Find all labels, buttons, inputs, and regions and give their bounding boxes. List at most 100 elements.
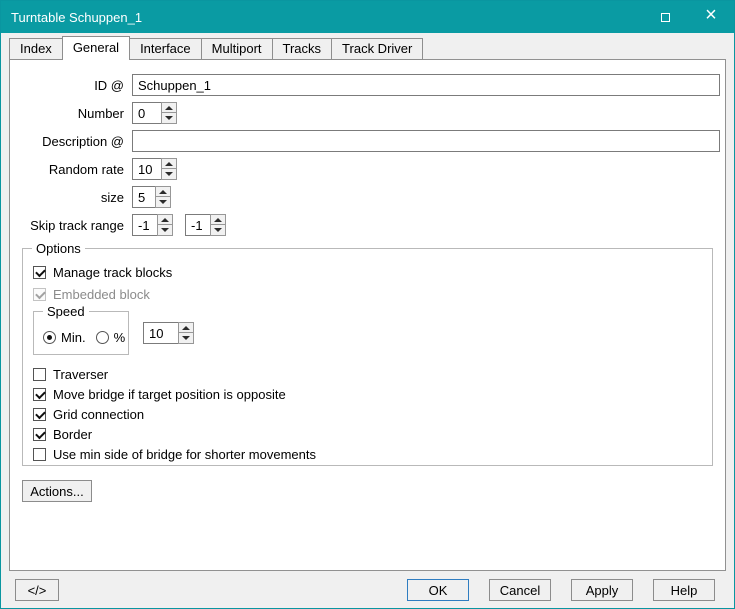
size-row: size [10,186,725,208]
options-groupbox: Options Manage track blocks Embedded blo… [22,248,713,466]
checkbox-label: Border [53,427,92,442]
radio-speed-min[interactable]: Min. [43,330,86,345]
apply-button[interactable]: Apply [571,579,633,601]
skip-track-to-input[interactable] [185,214,211,236]
footer-buttons: OK Cancel Apply Help [407,579,715,601]
checkbox-icon [33,388,46,401]
checkbox-border[interactable]: Border [33,425,702,443]
tab-track-driver[interactable]: Track Driver [331,38,423,60]
maximize-icon [661,13,670,22]
close-button[interactable]: × [688,1,734,33]
random-rate-input[interactable] [132,158,162,180]
general-tab-panel: ID @ Number Description @ Random rate [9,59,726,571]
tab-tracks[interactable]: Tracks [272,38,333,60]
checkbox-icon [33,448,46,461]
id-label: ID @ [18,78,124,93]
radio-label: Min. [61,330,86,345]
tab-index[interactable]: Index [9,38,63,60]
id-row: ID @ [10,74,725,96]
cancel-button[interactable]: Cancel [489,579,551,601]
checkbox-label: Use min side of bridge for shorter movem… [53,447,316,462]
checkbox-use-min-side[interactable]: Use min side of bridge for shorter movem… [33,445,702,463]
checkbox-label: Grid connection [53,407,144,422]
xml-code-button[interactable]: </> [15,579,59,601]
tab-interface[interactable]: Interface [129,38,202,60]
size-spinner [132,186,171,208]
checkbox-move-bridge[interactable]: Move bridge if target position is opposi… [33,385,702,403]
description-row: Description @ [10,130,725,152]
actions-button[interactable]: Actions... [22,480,92,502]
dialog-window: Turntable Schuppen_1 × Index General Int… [0,0,735,609]
radio-label: % [114,330,126,345]
help-button[interactable]: Help [653,579,715,601]
checkbox-icon [33,288,46,301]
description-label: Description @ [18,134,124,149]
maximize-button[interactable] [642,1,688,33]
spin-up-button[interactable] [161,158,177,169]
spinner-buttons [210,214,226,236]
speed-row: Speed Min. % [33,311,702,355]
tab-strip: Index General Interface Multiport Tracks… [9,36,423,60]
spin-up-button[interactable] [157,214,173,225]
speed-value-spinner [143,322,194,344]
spin-up-button[interactable] [161,102,177,113]
radio-icon [43,331,56,344]
spin-down-button[interactable] [157,225,173,236]
spin-down-button[interactable] [161,113,177,124]
random-rate-row: Random rate [10,158,725,180]
spinner-buttons [157,214,173,236]
number-row: Number [10,102,725,124]
skip-track-to-spinner [185,214,226,236]
checkbox-icon [33,266,46,279]
checkbox-icon [33,408,46,421]
checkbox-label: Manage track blocks [53,265,172,280]
spinner-buttons [155,186,171,208]
size-input[interactable] [132,186,156,208]
checkbox-label: Traverser [53,367,108,382]
random-rate-spinner [132,158,177,180]
number-input[interactable] [132,102,162,124]
checkbox-manage-track-blocks[interactable]: Manage track blocks [33,263,702,281]
spin-down-button[interactable] [178,333,194,344]
skip-track-range-label: Skip track range [18,218,124,233]
close-icon: × [705,5,717,25]
tab-general[interactable]: General [62,36,130,60]
radio-speed-percent[interactable]: % [96,330,126,345]
spin-up-button[interactable] [178,322,194,333]
radio-icon [96,331,109,344]
options-group-title: Options [32,241,85,256]
spinner-buttons [161,158,177,180]
spin-up-button[interactable] [210,214,226,225]
description-input[interactable] [132,130,720,152]
checkbox-embedded-block: Embedded block [33,285,702,303]
spin-down-button[interactable] [210,225,226,236]
spinner-buttons [178,322,194,344]
size-label: size [18,190,124,205]
tab-multiport[interactable]: Multiport [201,38,273,60]
id-input[interactable] [132,74,720,96]
checkbox-grid-connection[interactable]: Grid connection [33,405,702,423]
spin-down-button[interactable] [161,169,177,180]
checkbox-icon [33,428,46,441]
ok-button[interactable]: OK [407,579,469,601]
spin-down-button[interactable] [155,197,171,208]
checkbox-traverser[interactable]: Traverser [33,365,702,383]
checkbox-label: Move bridge if target position is opposi… [53,387,286,402]
titlebar-buttons: × [642,1,734,33]
footer-bar: </> OK Cancel Apply Help [1,571,734,608]
checkbox-label: Embedded block [53,287,150,302]
spin-up-button[interactable] [155,186,171,197]
skip-track-from-spinner [132,214,173,236]
window-title: Turntable Schuppen_1 [11,10,142,25]
skip-track-range-row: Skip track range [10,214,725,236]
checkbox-icon [33,368,46,381]
speed-group-title: Speed [43,304,89,319]
number-spinner [132,102,177,124]
speed-value-input[interactable] [143,322,179,344]
speed-groupbox: Speed Min. % [33,311,129,355]
titlebar: Turntable Schuppen_1 × [1,1,734,33]
number-label: Number [18,106,124,121]
random-rate-label: Random rate [18,162,124,177]
spinner-buttons [161,102,177,124]
skip-track-from-input[interactable] [132,214,158,236]
